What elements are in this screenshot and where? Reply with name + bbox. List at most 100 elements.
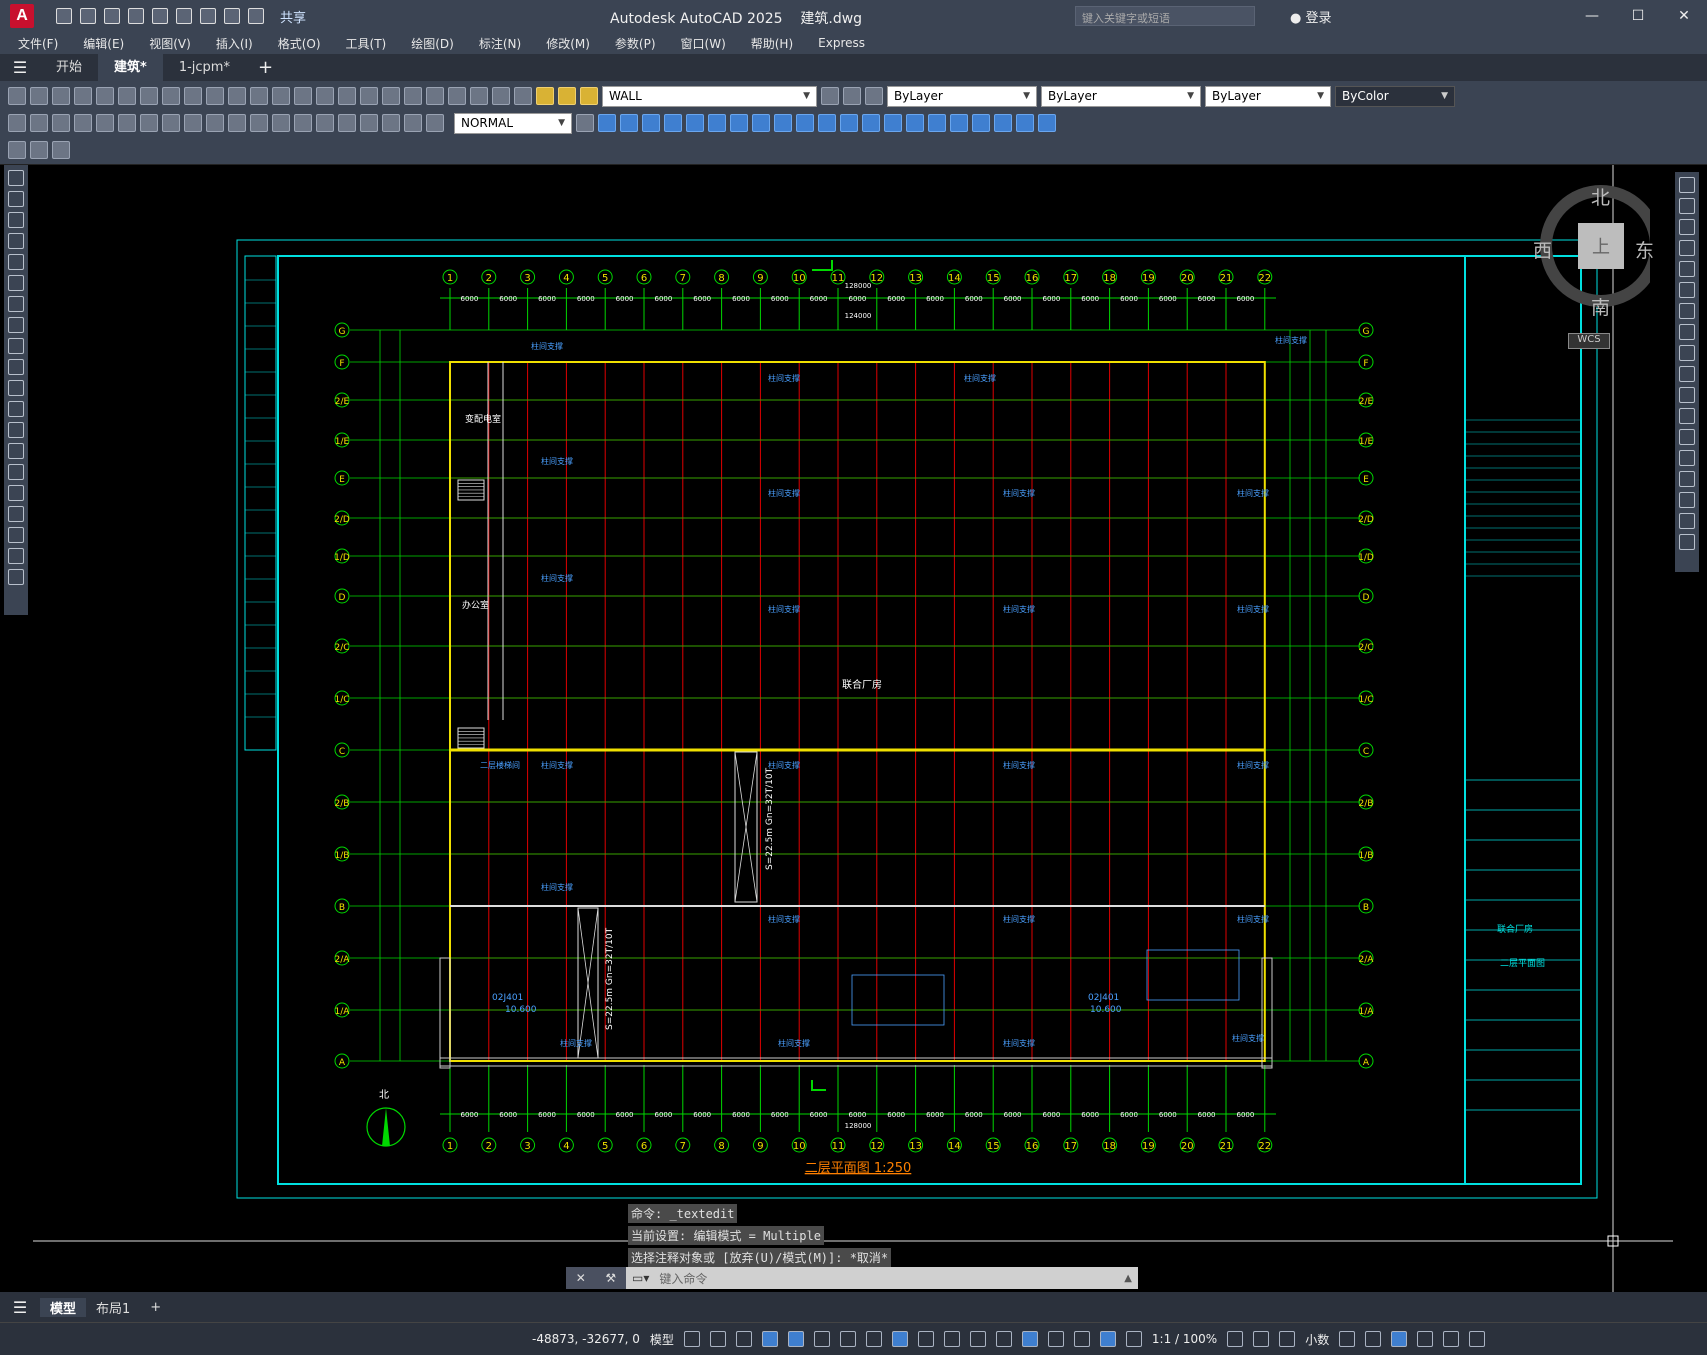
save-web-icon[interactable]	[176, 8, 192, 24]
viewcube[interactable]: 北 西 东 南 上 WCS	[1530, 183, 1654, 353]
revolve-icon[interactable]	[664, 114, 682, 132]
snap-icon[interactable]	[709, 1331, 726, 1347]
wcs-menu[interactable]: WCS	[1568, 333, 1610, 349]
units-selector[interactable]: 小数	[1305, 1331, 1329, 1348]
save-as-icon[interactable]	[128, 8, 144, 24]
dynamic-ucs-icon[interactable]	[1021, 1331, 1038, 1347]
plotstyle-combo[interactable]: ByColor ▼	[1335, 85, 1455, 107]
make-current-icon[interactable]	[821, 87, 839, 105]
annotation-monitor-icon[interactable]	[1253, 1331, 1270, 1347]
radius-dim-icon[interactable]	[96, 114, 114, 132]
shell-icon[interactable]	[884, 114, 902, 132]
help-icon[interactable]	[492, 87, 510, 105]
zoom-previous-icon[interactable]	[338, 87, 356, 105]
lock-icon[interactable]	[580, 87, 598, 105]
stretch-icon[interactable]	[1679, 345, 1695, 361]
tool-palettes-icon[interactable]	[404, 87, 422, 105]
subtract-icon[interactable]	[708, 114, 726, 132]
spline-icon[interactable]	[8, 338, 24, 354]
bulb-icon[interactable]	[536, 87, 554, 105]
imprint-icon[interactable]	[1016, 114, 1034, 132]
menu-format[interactable]: 格式(O)	[278, 35, 321, 52]
gradient-icon[interactable]	[8, 485, 24, 501]
sheet-set-icon[interactable]	[426, 87, 444, 105]
paste-icon[interactable]	[184, 87, 202, 105]
blend-curves-icon[interactable]	[1679, 513, 1695, 529]
aligned-dim-icon[interactable]	[30, 114, 48, 132]
hatch-icon[interactable]	[8, 464, 24, 480]
model-space-toggle[interactable]: 模型	[650, 1331, 674, 1348]
open-icon[interactable]	[30, 87, 48, 105]
customization-icon[interactable]	[1469, 1331, 1486, 1347]
copy-icon[interactable]	[162, 87, 180, 105]
tab-start[interactable]: 开始	[40, 54, 98, 81]
baseline-dim-icon[interactable]	[206, 114, 224, 132]
plot-icon[interactable]	[200, 8, 216, 24]
viewcube-top-face[interactable]: 上	[1578, 223, 1624, 269]
units-icon[interactable]	[1279, 1331, 1296, 1347]
offset-icon[interactable]	[1679, 240, 1695, 256]
command-prompt-icon[interactable]: ▭▾	[632, 1271, 649, 1285]
login-button[interactable]: ● 登录	[1290, 7, 1332, 26]
polyline-icon[interactable]	[8, 212, 24, 228]
wedge-icon[interactable]	[620, 114, 638, 132]
isometric-icon[interactable]	[839, 1331, 856, 1347]
erase-icon[interactable]	[1679, 177, 1695, 193]
union-icon[interactable]	[686, 114, 704, 132]
layer-previous-icon[interactable]	[843, 87, 861, 105]
revision-cloud-icon[interactable]	[8, 317, 24, 333]
line-icon[interactable]	[8, 170, 24, 186]
insert-block-icon[interactable]	[8, 141, 26, 159]
helix-icon[interactable]	[972, 114, 990, 132]
lineweight-icon[interactable]	[917, 1331, 934, 1347]
tab-layout1[interactable]: 布局1	[86, 1298, 140, 1317]
3d-align-icon[interactable]	[840, 114, 858, 132]
dim-edit-icon[interactable]	[382, 114, 400, 132]
color-combo[interactable]: ByLayer ▼	[887, 85, 1037, 107]
ortho-icon[interactable]	[787, 1331, 804, 1347]
compass-north[interactable]: 北	[1591, 183, 1610, 210]
object-snap-icon[interactable]	[891, 1331, 908, 1347]
angular-dim-icon[interactable]	[162, 114, 180, 132]
close-icon[interactable]: ✕	[576, 1271, 586, 1285]
linetype-combo[interactable]: ByLayer ▼	[1041, 85, 1201, 107]
edit-block-icon[interactable]	[30, 141, 48, 159]
polar-tracking-icon[interactable]	[813, 1331, 830, 1347]
markup-icon[interactable]	[448, 87, 466, 105]
attribute-icon[interactable]	[52, 141, 70, 159]
presspull-icon[interactable]	[906, 114, 924, 132]
array-icon[interactable]	[1679, 261, 1695, 277]
command-input[interactable]: 键入命令	[659, 1270, 707, 1287]
sun-icon[interactable]	[558, 87, 576, 105]
point-icon[interactable]	[8, 443, 24, 459]
dimstyle-combo[interactable]: NORMAL ▼	[454, 112, 572, 134]
dim-break-icon[interactable]	[272, 114, 290, 132]
move-icon[interactable]	[1679, 282, 1695, 298]
menu-draw[interactable]: 绘图(D)	[411, 35, 454, 52]
design-center-icon[interactable]	[382, 87, 400, 105]
box-icon[interactable]	[598, 114, 616, 132]
arc-icon[interactable]	[8, 275, 24, 291]
clean-screen-icon[interactable]	[1443, 1331, 1460, 1347]
maximize-button[interactable]: ☐	[1615, 0, 1661, 32]
compass-south[interactable]: 南	[1591, 293, 1610, 320]
lock-ui-icon[interactable]	[1365, 1331, 1382, 1347]
grid-icon[interactable]	[683, 1331, 700, 1347]
transparency-icon[interactable]	[943, 1331, 960, 1347]
command-history-toggle[interactable]: ▲	[1124, 1273, 1132, 1284]
match-properties-icon[interactable]	[206, 87, 224, 105]
add-layout-button[interactable]: +	[140, 1300, 171, 1315]
tab-building[interactable]: 建筑*	[98, 54, 163, 81]
menu-modify[interactable]: 修改(M)	[546, 35, 590, 52]
menu-help[interactable]: 帮助(H)	[751, 35, 793, 52]
dim-update-icon[interactable]	[426, 114, 444, 132]
menu-icon[interactable]: ☰	[0, 1298, 40, 1317]
3d-move-icon[interactable]	[796, 114, 814, 132]
mirror-icon[interactable]	[1679, 219, 1695, 235]
infer-constraints-icon[interactable]	[735, 1331, 752, 1347]
separate-icon[interactable]	[1038, 114, 1056, 132]
polygon-icon[interactable]	[8, 233, 24, 249]
compass-east[interactable]: 东	[1635, 236, 1654, 263]
gizmo-icon[interactable]	[1073, 1331, 1090, 1347]
fillet-icon[interactable]	[1679, 492, 1695, 508]
